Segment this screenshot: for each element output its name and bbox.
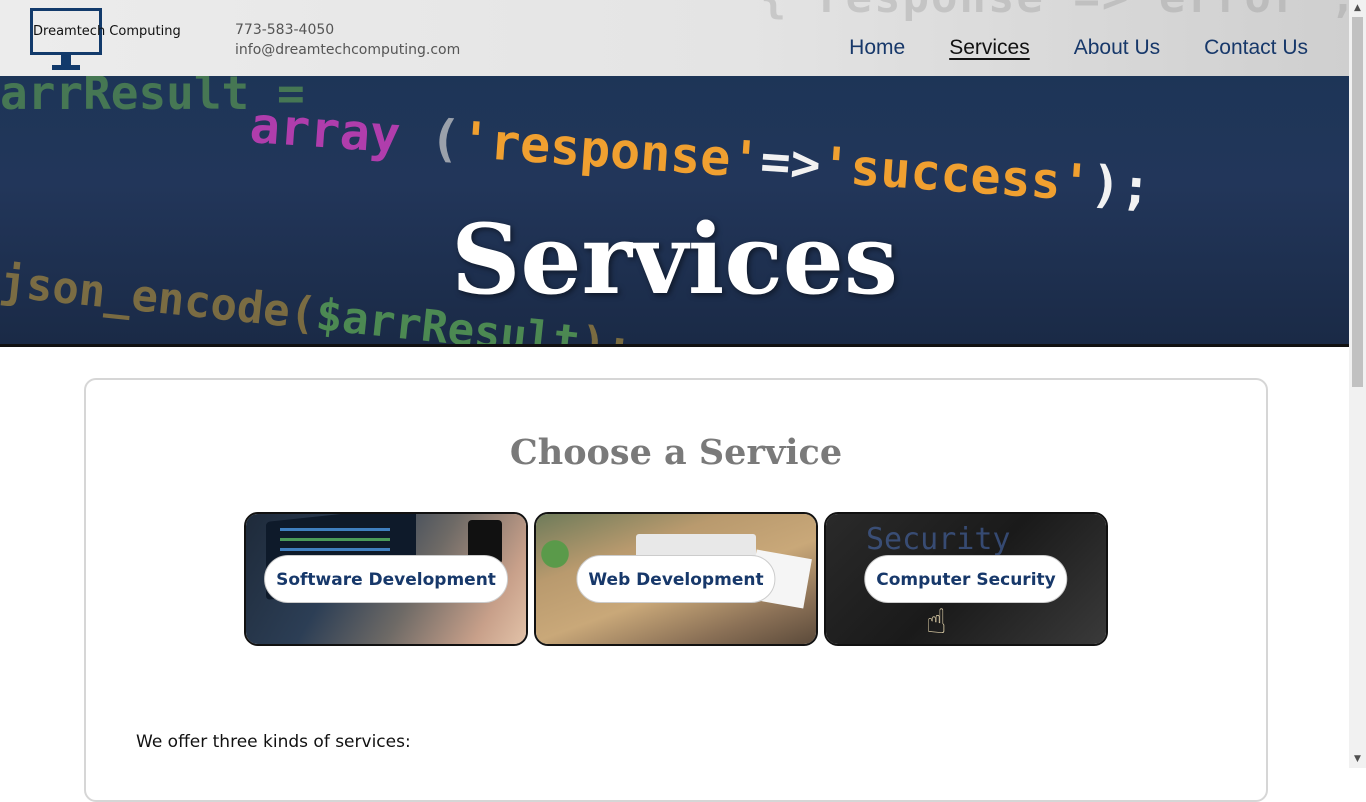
main-nav: Home Services About Us Contact Us [849,36,1308,60]
software-development-button[interactable]: Software Development [264,555,508,603]
nav-services[interactable]: Services [949,36,1030,60]
email-address[interactable]: info@dreamtechcomputing.com [235,40,460,60]
logo-text: Dreamtech Computing [33,24,181,39]
hand-cursor-icon: ☝ [926,602,947,642]
phone-number: 773-583-4050 [235,22,335,38]
nav-contact-us[interactable]: Contact Us [1204,36,1308,60]
site-header: {'response'=>'error','message' Dreamtech… [0,0,1349,76]
site-logo[interactable]: Dreamtech Computing [30,8,181,72]
contact-info: 773-583-4050 info@dreamtechcomputing.com [235,20,460,60]
service-tiles: Software Development Web Development Sec… [244,512,1108,646]
header-background-code: {'response'=>'error','message' [760,0,1349,23]
service-tile-computer-security[interactable]: Security ☝ Computer Security [824,512,1108,646]
page-scrollbar[interactable]: ▲ ▼ [1349,0,1366,768]
service-tile-web-development[interactable]: Web Development [534,512,818,646]
nav-home[interactable]: Home [849,36,905,60]
service-tile-software-development[interactable]: Software Development [244,512,528,646]
arrow-up-icon[interactable]: ▲ [1349,0,1366,17]
security-screen-image: Security [866,522,1011,557]
computer-security-button[interactable]: Computer Security [864,555,1068,603]
web-development-button[interactable]: Web Development [576,555,776,603]
scrollbar-thumb[interactable] [1352,17,1363,387]
plant-image [540,524,570,584]
services-card: Choose a Service Software Development We… [84,378,1268,802]
hero-banner: arrResult = array ('response'=>'success'… [0,76,1349,347]
section-heading: Choose a Service [509,432,843,473]
services-intro-text: We offer three kinds of services: [136,732,411,752]
arrow-down-icon[interactable]: ▼ [1349,751,1366,768]
monitor-base [52,65,80,70]
monitor-stand [61,55,71,65]
hero-code-line: array ('response'=>'success'); [247,96,1153,217]
code-lines-image [280,528,390,531]
nav-about-us[interactable]: About Us [1074,36,1160,60]
page-title: Services [451,203,898,316]
